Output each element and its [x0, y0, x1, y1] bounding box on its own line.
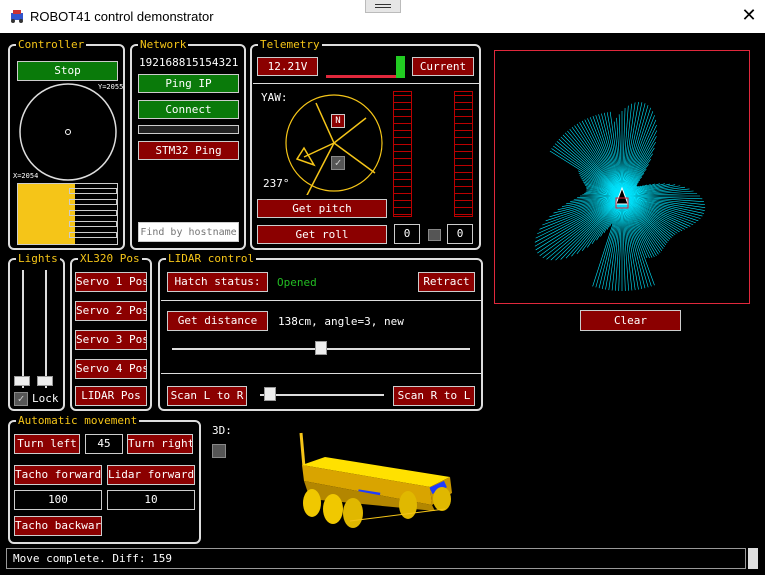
controller-panel: Controller Stop Y=2055 X=2054 [8, 38, 125, 250]
clear-button[interactable]: Clear [580, 310, 681, 331]
pitch-bar [393, 91, 412, 217]
lidar-pos-button[interactable]: LIDAR Pos [75, 386, 147, 406]
tacho-forward-button[interactable]: Tacho forward [14, 465, 102, 485]
network-progress-bar [138, 125, 239, 134]
ip-address: 192168815154321 [139, 56, 239, 69]
telemetry-legend: Telemetry [258, 38, 322, 51]
lidar-control-panel: LIDAR control Hatch status: Opened Retra… [158, 252, 483, 411]
yaw-checkbox[interactable]: ✓ [331, 156, 345, 170]
find-hostname-input[interactable] [138, 222, 239, 242]
lights-panel: Lights ✓ Lock [8, 252, 65, 411]
stm32-ping-button[interactable]: STM32 Ping [138, 141, 239, 160]
turn-right-button[interactable]: Turn right [127, 434, 193, 454]
telemetry-checkbox[interactable] [428, 229, 441, 241]
automatic-legend: Automatic movement [16, 414, 140, 427]
lights-legend: Lights [16, 252, 60, 265]
pitch-value: 0 [394, 224, 420, 244]
angle-slider[interactable] [315, 341, 327, 355]
get-roll-button[interactable]: Get roll [257, 225, 387, 244]
tacho-backward-button[interactable]: Tacho backward [14, 516, 102, 536]
status-bar: Move complete. Diff: 159 [6, 548, 746, 569]
close-icon[interactable]: ✕ [741, 6, 757, 24]
light-slider-1[interactable] [14, 376, 30, 386]
status-scrollbar[interactable] [748, 548, 758, 569]
north-marker: N [331, 114, 345, 128]
title-grip-handle[interactable] [365, 0, 401, 13]
get-distance-button[interactable]: Get distance [167, 311, 268, 331]
hatch-status-button[interactable]: Hatch status: [167, 272, 268, 292]
retract-button[interactable]: Retract [418, 272, 475, 292]
y-readout: Y=2055 [98, 83, 124, 91]
network-legend: Network [138, 38, 189, 51]
xl320-legend: XL320 Pos [78, 252, 142, 265]
hatch-status-value: Opened [277, 276, 317, 289]
ping-ip-button[interactable]: Ping IP [138, 74, 239, 93]
scan-slider-track [260, 394, 384, 396]
servo-3-pos-button[interactable]: Servo 3 Pos [75, 330, 147, 350]
lidar-scan-plot [534, 101, 706, 291]
joystick-area[interactable] [15, 82, 121, 182]
servo-2-pos-button[interactable]: Servo 2 Pos [75, 301, 147, 321]
status-text: Move complete. Diff: 159 [13, 552, 172, 565]
turn-left-button[interactable]: Turn left [14, 434, 80, 454]
current-button[interactable]: Current [412, 57, 474, 76]
lidar-map [494, 50, 750, 304]
scan-l-to-r-button[interactable]: Scan L to R [167, 386, 247, 406]
telemetry-panel: Telemetry 12.21V Current YAW: N ✓ 237° G… [250, 38, 481, 250]
robot-3d-model [299, 432, 452, 528]
lidar-divider-2 [161, 373, 481, 374]
xl320-panel: XL320 Pos Servo 1 Pos Servo 2 Pos Servo … [70, 252, 152, 411]
heading-readout: 237° [263, 177, 290, 190]
controller-legend: Controller [16, 38, 87, 51]
3d-label: 3D: [212, 424, 232, 437]
scan-slider[interactable] [264, 387, 277, 401]
servo-1-pos-button[interactable]: Servo 1 Pos [75, 272, 147, 292]
title-bar: ROBOT41 control demonstrator ✕ [0, 0, 765, 33]
lidar-divider-1 [161, 300, 481, 301]
lock-checkbox[interactable]: ✓ [14, 392, 28, 406]
lock-label: Lock [32, 392, 59, 405]
light-slider-2[interactable] [37, 376, 53, 386]
light-slider-2-track [45, 270, 47, 388]
connect-button[interactable]: Connect [138, 100, 239, 119]
yaw-compass [285, 94, 383, 195]
stop-button[interactable]: Stop [17, 61, 118, 81]
light-slider-1-track [22, 270, 24, 388]
window-title: ROBOT41 control demonstrator [30, 9, 214, 24]
automatic-movement-panel: Automatic movement Turn left 45 Turn rig… [8, 414, 201, 544]
level-fill [18, 184, 76, 244]
controller-level-meter [17, 183, 118, 245]
x-readout: X=2054 [13, 172, 39, 180]
current-level-bar [396, 55, 405, 78]
current-meter [326, 55, 406, 80]
network-panel: Network 192168815154321 Ping IP Connect … [130, 38, 246, 250]
voltage-button[interactable]: 12.21V [257, 57, 318, 76]
lidar-distance-field[interactable]: 10 [107, 490, 195, 510]
servo-4-pos-button[interactable]: Servo 4 Pos [75, 359, 147, 379]
roll-value: 0 [447, 224, 473, 244]
get-pitch-button[interactable]: Get pitch [257, 199, 387, 218]
lidar-control-legend: LIDAR control [166, 252, 257, 265]
telemetry-divider [253, 83, 479, 84]
tacho-distance-field[interactable]: 100 [14, 490, 102, 510]
turn-angle-field[interactable]: 45 [85, 434, 123, 454]
distance-readout: 138cm, angle=3, new [278, 315, 404, 328]
roll-bar [454, 91, 473, 217]
robot-app-icon [11, 10, 23, 23]
scan-r-to-l-button[interactable]: Scan R to L [393, 386, 475, 406]
lidar-forward-button[interactable]: Lidar forward [107, 465, 195, 485]
3d-toggle-checkbox[interactable] [212, 444, 226, 458]
